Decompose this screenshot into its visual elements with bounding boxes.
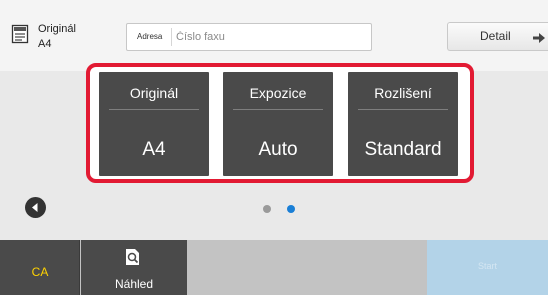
tile-value: A4 bbox=[142, 139, 166, 160]
ca-label: CA bbox=[31, 265, 49, 279]
arrow-right-icon bbox=[533, 31, 545, 43]
fax-number-input[interactable] bbox=[176, 24, 366, 50]
tile-value: Standard bbox=[364, 139, 442, 160]
detail-label: Detail bbox=[480, 29, 511, 43]
address-button[interactable]: Adresa bbox=[137, 24, 162, 50]
document-icon bbox=[11, 24, 29, 44]
address-box[interactable]: Adresa bbox=[126, 23, 372, 51]
original-info: Originál A4 bbox=[38, 22, 76, 52]
start-button[interactable]: Start bbox=[427, 240, 548, 295]
bottom-bar: CA Náhled Start bbox=[0, 240, 548, 295]
tile-divider bbox=[233, 109, 323, 110]
top-bar: Originál A4 Adresa Detail bbox=[0, 0, 548, 71]
preview-magnifier-icon bbox=[125, 248, 141, 266]
original-label: Originál bbox=[38, 23, 76, 35]
original-setting-tile[interactable]: Originál A4 bbox=[99, 72, 209, 176]
resolution-setting-tile[interactable]: Rozlišení Standard bbox=[348, 72, 458, 176]
tile-title: Rozlišení bbox=[374, 85, 432, 101]
page-dot-1[interactable] bbox=[263, 205, 271, 213]
start-label: Start bbox=[477, 261, 497, 271]
preview-label: Náhled bbox=[114, 277, 154, 291]
page-dot-2-active[interactable] bbox=[287, 205, 295, 213]
exposure-setting-tile[interactable]: Expozice Auto bbox=[223, 72, 333, 176]
chevron-left-icon bbox=[25, 197, 46, 222]
detail-button[interactable]: Detail bbox=[447, 22, 548, 51]
tile-divider bbox=[109, 109, 199, 110]
tile-value: Auto bbox=[258, 139, 298, 160]
address-divider bbox=[171, 28, 172, 46]
tile-title: Originál bbox=[129, 85, 179, 101]
tile-title: Expozice bbox=[249, 85, 307, 101]
preview-button[interactable]: Náhled bbox=[81, 240, 187, 295]
settings-panel: Originál A4 Expozice Auto Rozlišení Stan… bbox=[86, 63, 474, 183]
previous-page-button[interactable] bbox=[25, 197, 46, 218]
tile-divider bbox=[358, 109, 448, 110]
original-size: A4 bbox=[38, 38, 52, 50]
ca-button[interactable]: CA bbox=[0, 240, 80, 295]
